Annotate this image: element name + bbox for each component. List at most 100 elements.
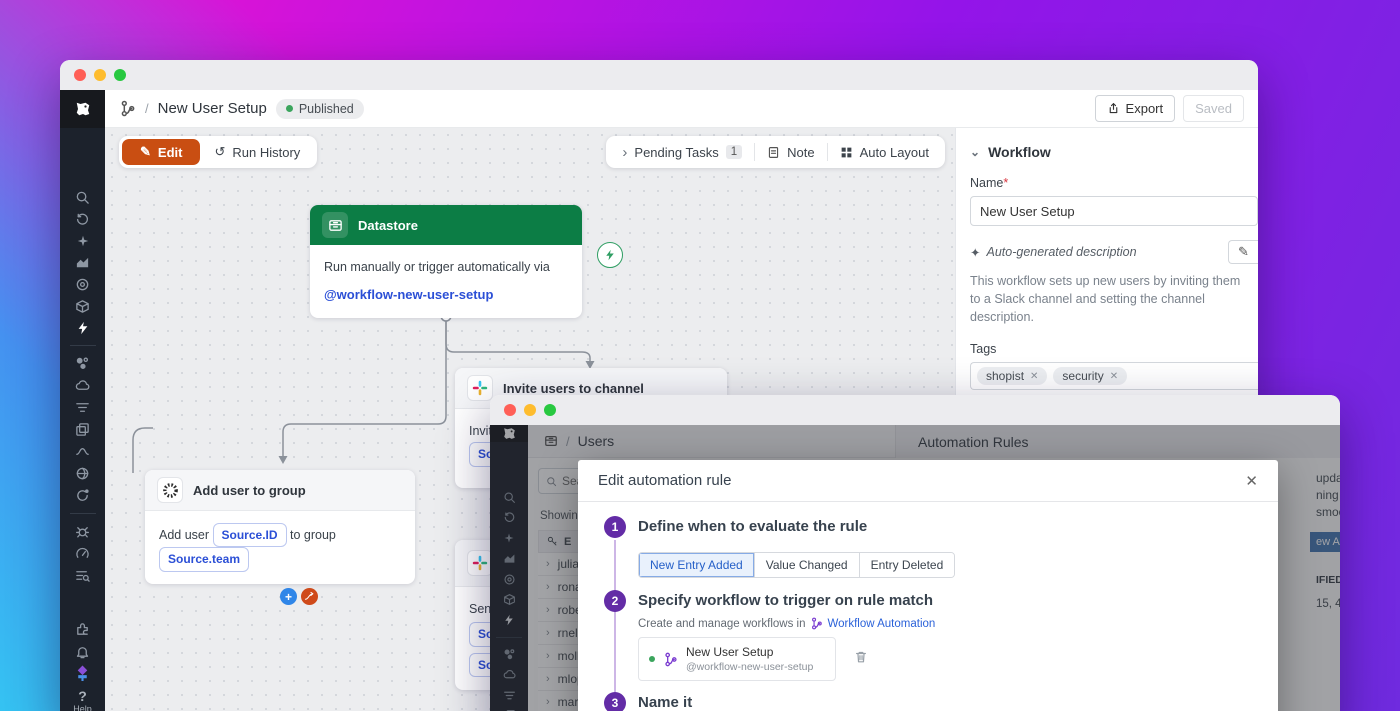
edit-mode-toggle: ✎ Edit ↺ Run History (119, 136, 317, 168)
sidebar-item-synthetics[interactable] (72, 488, 94, 503)
step-2-title: Specify workflow to trigger on rule matc… (638, 592, 933, 609)
datastore-description: Run manually or trigger automatically vi… (324, 257, 568, 278)
sidebar-item-integrations-store[interactable] (72, 622, 94, 637)
sidebar-item-workflow-active[interactable] (72, 666, 94, 681)
sidebar-item-error-tracking[interactable] (72, 524, 94, 539)
remove-tag-icon[interactable]: ✕ (1030, 371, 1038, 382)
sidebar-item-service-map[interactable] (72, 356, 94, 371)
add-user-text-pre: Add user (159, 528, 209, 542)
segment-entry-deleted[interactable]: Entry Deleted (860, 553, 955, 577)
branch-icon (304, 591, 315, 602)
workflow-card-handle: @workflow-new-user-setup (686, 661, 813, 673)
sidebar-item-search[interactable] (72, 190, 94, 205)
delete-workflow-button[interactable] (854, 650, 868, 669)
sidebar-item-logs[interactable] (72, 400, 94, 415)
tags-input[interactable]: shopist ✕ security ✕ (970, 362, 1258, 390)
pending-tasks-button[interactable]: › Pending Tasks 1 (610, 136, 754, 168)
minimize-window-button[interactable] (94, 69, 106, 81)
sidebar-item-dashboards[interactable] (72, 422, 94, 437)
trash-icon (854, 650, 868, 664)
grid-icon (840, 146, 853, 159)
target-icon (75, 277, 90, 292)
pending-tasks-count: 1 (726, 145, 742, 159)
breadcrumb-title[interactable]: New User Setup (158, 100, 267, 117)
selected-workflow-card[interactable]: New User Setup @workflow-new-user-setup (638, 637, 836, 681)
note-icon (767, 146, 780, 159)
datastore-icon (322, 212, 348, 238)
export-button[interactable]: Export (1095, 95, 1176, 122)
close-window-button[interactable] (74, 69, 86, 81)
add-step-button[interactable]: + (280, 588, 297, 605)
chart-icon (75, 255, 90, 270)
app-sidebar: ? Help (60, 128, 105, 711)
sidebar-item-history[interactable] (72, 212, 94, 227)
add-user-text-mid: to group (290, 528, 336, 542)
workflow-name-input[interactable] (970, 196, 1258, 226)
node-add-user-to-group[interactable]: Add user to group Add user Source.ID to … (145, 470, 415, 584)
plus-icon: + (285, 590, 292, 604)
lightning-icon (76, 321, 90, 335)
dog-logo-icon (73, 99, 93, 119)
note-button[interactable]: Note (755, 136, 826, 168)
slack-icon (467, 375, 493, 401)
canvas-tools: › Pending Tasks 1 Note Auto Layout (606, 136, 945, 168)
bug-icon (75, 524, 90, 539)
edit-description-button[interactable]: ✎ (1228, 240, 1258, 264)
workflow-handle-link[interactable]: @workflow-new-user-setup (324, 284, 568, 306)
edit-mode-button[interactable]: ✎ Edit (122, 139, 200, 165)
source-team-chip[interactable]: Source.team (159, 547, 249, 571)
step-2-circle: 2 (604, 590, 626, 612)
question-icon: ? (73, 688, 92, 704)
sidebar-item-performance[interactable] (72, 546, 94, 561)
sidebar-item-bits-ai[interactable] (72, 234, 94, 248)
sidebar-item-workflows[interactable] (72, 321, 94, 335)
puzzle-icon (75, 622, 90, 637)
filter-icon (75, 400, 90, 415)
source-id-chip[interactable]: Source.ID (213, 523, 287, 547)
close-icon[interactable]: ✕ (1245, 472, 1258, 490)
breadcrumb-separator: / (145, 101, 149, 116)
auto-layout-button[interactable]: Auto Layout (828, 136, 941, 168)
rules-window: / Users Automation Rules Showing 1 E (490, 395, 1340, 711)
sync-gauge-icon (75, 488, 90, 503)
segment-value-changed[interactable]: Value Changed (755, 553, 860, 577)
segment-new-entry-added[interactable]: New Entry Added (639, 553, 755, 577)
sidebar-item-audit[interactable] (72, 568, 94, 583)
tags-label: Tags (970, 342, 1258, 356)
zoom-window-button[interactable] (544, 404, 556, 416)
sunburst-service-icon (157, 477, 183, 503)
sidebar-divider (70, 513, 96, 514)
manage-workflows-text: Create and manage workflows in Workflow … (638, 617, 935, 630)
cube-icon (75, 299, 90, 314)
sidebar-item-metrics[interactable] (72, 255, 94, 270)
pencil-icon: ✎ (140, 144, 151, 160)
workflow-icon (810, 617, 823, 630)
search-icon (75, 190, 90, 205)
export-icon (1107, 102, 1120, 115)
globe-icon (75, 466, 90, 481)
sidebar-item-monitors[interactable] (72, 277, 94, 292)
zoom-window-button[interactable] (114, 69, 126, 81)
help-item[interactable]: ? Help (73, 688, 92, 711)
windows-icon (75, 422, 90, 437)
sidebar-item-notifications[interactable] (72, 644, 94, 659)
tag-chip: shopist ✕ (977, 367, 1047, 385)
desktop-background: / New User Setup Published Export Saved (0, 0, 1400, 711)
workflow-automation-link[interactable]: Workflow Automation (810, 617, 935, 630)
panel-header[interactable]: ⌄ Workflow (970, 144, 1258, 160)
tag-chip: security ✕ (1053, 367, 1127, 385)
sidebar-item-cloud-cost[interactable] (72, 378, 94, 393)
status-badge: Published (276, 99, 364, 119)
minimize-window-button[interactable] (524, 404, 536, 416)
pipeline-icon (75, 444, 90, 459)
run-history-button[interactable]: ↺ Run History (200, 144, 314, 160)
sidebar-item-integrations[interactable] (72, 299, 94, 314)
node-datastore-trigger[interactable]: Datastore Run manually or trigger automa… (310, 205, 582, 318)
branch-button[interactable] (301, 588, 318, 605)
remove-tag-icon[interactable]: ✕ (1110, 371, 1118, 382)
close-window-button[interactable] (504, 404, 516, 416)
sidebar-item-pipelines[interactable] (72, 444, 94, 459)
trigger-lightning-button[interactable] (597, 242, 623, 268)
chevron-down-icon: ⌄ (970, 145, 980, 159)
sidebar-item-security[interactable] (72, 466, 94, 481)
